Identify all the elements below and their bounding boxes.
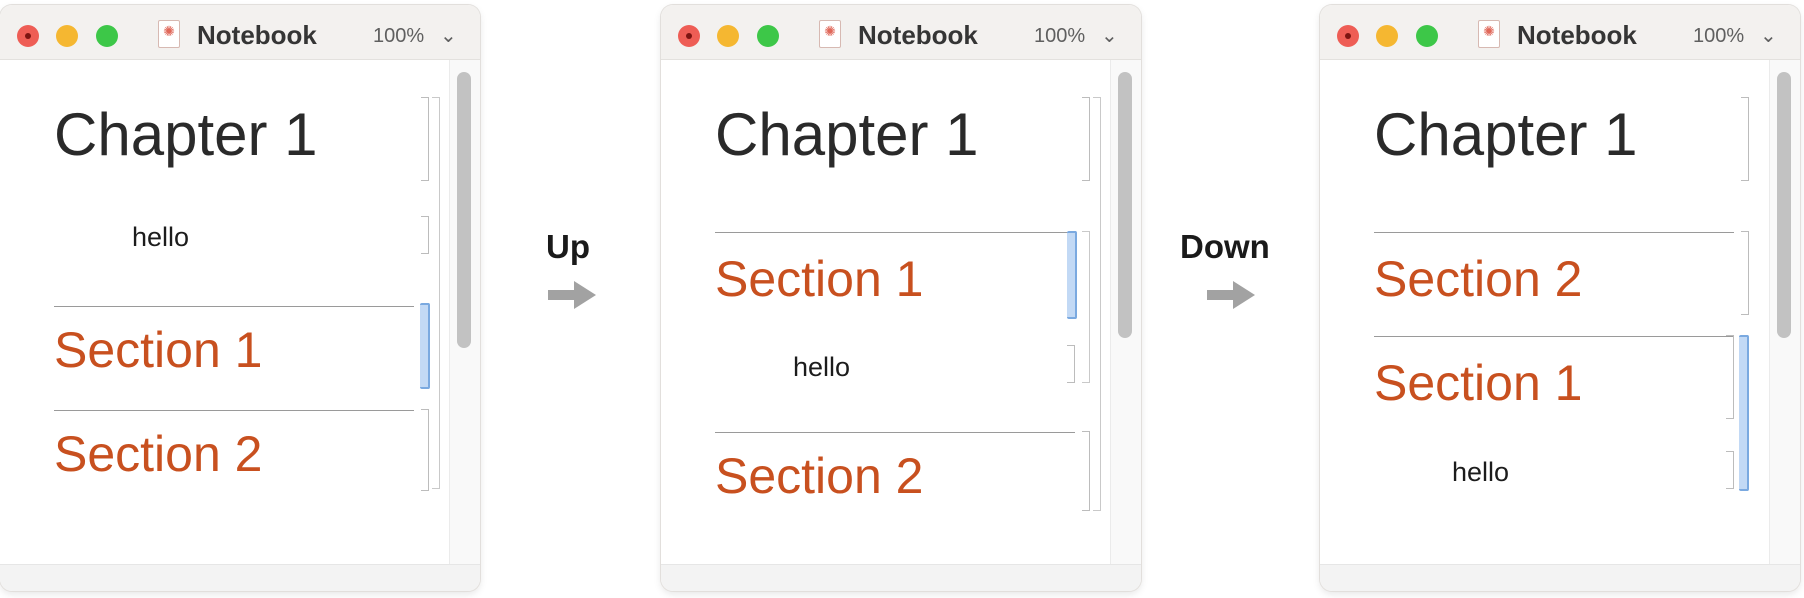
horizontal-scrollbar[interactable] xyxy=(1320,564,1800,591)
text-cell[interactable]: hello xyxy=(132,222,189,253)
notebook-document-icon xyxy=(1478,20,1500,48)
cell-bracket[interactable] xyxy=(421,97,429,181)
selected-cell-bracket[interactable] xyxy=(1067,231,1077,319)
cell-bracket[interactable] xyxy=(1741,231,1749,315)
horizontal-scrollbar[interactable] xyxy=(661,564,1141,591)
section-cell[interactable]: Section 2 xyxy=(54,425,262,483)
cell-bracket[interactable] xyxy=(1082,97,1090,181)
chevron-down-icon[interactable]: ⌄ xyxy=(1760,23,1777,48)
transition-down: Down xyxy=(1180,228,1300,318)
cell-bracket[interactable] xyxy=(1726,451,1734,489)
title-bar[interactable]: Notebook 100% ⌄ xyxy=(1320,5,1800,60)
cell-bracket[interactable] xyxy=(1067,345,1075,383)
section-divider xyxy=(715,432,1075,433)
selected-cell-bracket[interactable] xyxy=(420,303,430,389)
transition-label: Up xyxy=(546,228,590,265)
notebook-document-icon xyxy=(819,20,841,48)
close-button-icon[interactable] xyxy=(678,25,700,47)
section-cell[interactable]: Section 2 xyxy=(1374,250,1582,308)
notebook-window-2[interactable]: Notebook 100% ⌄ Chapter 1 Section 1 hell… xyxy=(661,5,1141,591)
minimize-button-icon[interactable] xyxy=(1376,25,1398,47)
text-cell[interactable]: hello xyxy=(793,352,850,383)
horizontal-scrollbar[interactable] xyxy=(0,564,480,591)
zoom-level[interactable]: 100% xyxy=(1693,25,1744,48)
group-bracket[interactable] xyxy=(1093,97,1101,511)
chevron-down-icon[interactable]: ⌄ xyxy=(440,23,457,48)
cell-bracket[interactable] xyxy=(1741,97,1749,181)
cell-bracket[interactable] xyxy=(421,216,429,254)
group-bracket[interactable] xyxy=(1082,231,1090,383)
chevron-down-icon[interactable]: ⌄ xyxy=(1101,23,1118,48)
title-bar[interactable]: Notebook 100% ⌄ xyxy=(661,5,1141,60)
notebook-document-icon xyxy=(158,20,180,48)
zoom-level[interactable]: 100% xyxy=(373,25,424,48)
vertical-scrollbar[interactable] xyxy=(449,60,480,565)
zoom-button-icon[interactable] xyxy=(1416,25,1438,47)
chapter-cell[interactable]: Chapter 1 xyxy=(715,100,979,169)
section-divider xyxy=(54,410,414,411)
chapter-cell[interactable]: Chapter 1 xyxy=(54,100,318,169)
window-title: Notebook xyxy=(858,20,978,50)
section-cell[interactable]: Section 1 xyxy=(715,250,923,308)
cell-bracket[interactable] xyxy=(1082,431,1090,511)
scrollbar-thumb[interactable] xyxy=(1118,72,1132,338)
zoom-button-icon[interactable] xyxy=(757,25,779,47)
cell-bracket[interactable] xyxy=(1726,335,1734,419)
window-title: Notebook xyxy=(1517,20,1637,50)
notebook-window-3[interactable]: Notebook 100% ⌄ Chapter 1 Section 2 Sect… xyxy=(1320,5,1800,591)
zoom-level[interactable]: 100% xyxy=(1034,25,1085,48)
minimize-button-icon[interactable] xyxy=(56,25,78,47)
section-cell[interactable]: Section 1 xyxy=(1374,354,1582,412)
text-cell[interactable]: hello xyxy=(1452,457,1509,488)
zoom-button-icon[interactable] xyxy=(96,25,118,47)
section-divider xyxy=(54,306,414,307)
notebook-window-1[interactable]: Notebook 100% ⌄ Chapter 1 hello Section … xyxy=(0,5,480,591)
selected-cell-bracket[interactable] xyxy=(1739,335,1749,491)
section-cell[interactable]: Section 2 xyxy=(715,447,923,505)
right-arrow-icon xyxy=(1207,281,1255,309)
scrollbar-thumb[interactable] xyxy=(1777,72,1791,338)
transition-up: Up xyxy=(546,228,626,318)
minimize-button-icon[interactable] xyxy=(717,25,739,47)
right-arrow-icon xyxy=(548,281,596,309)
close-button-icon[interactable] xyxy=(1337,25,1359,47)
cell-bracket[interactable] xyxy=(421,409,429,491)
group-bracket[interactable] xyxy=(432,97,440,489)
window-title: Notebook xyxy=(197,20,317,50)
section-divider xyxy=(715,232,1075,233)
transition-label: Down xyxy=(1180,228,1270,265)
vertical-scrollbar[interactable] xyxy=(1110,60,1141,565)
scrollbar-thumb[interactable] xyxy=(457,72,471,348)
section-divider xyxy=(1374,232,1734,233)
chapter-cell[interactable]: Chapter 1 xyxy=(1374,100,1638,169)
title-bar[interactable]: Notebook 100% ⌄ xyxy=(0,5,480,60)
vertical-scrollbar[interactable] xyxy=(1769,60,1800,565)
close-button-icon[interactable] xyxy=(17,25,39,47)
section-divider xyxy=(1374,336,1734,337)
section-cell[interactable]: Section 1 xyxy=(54,321,262,379)
